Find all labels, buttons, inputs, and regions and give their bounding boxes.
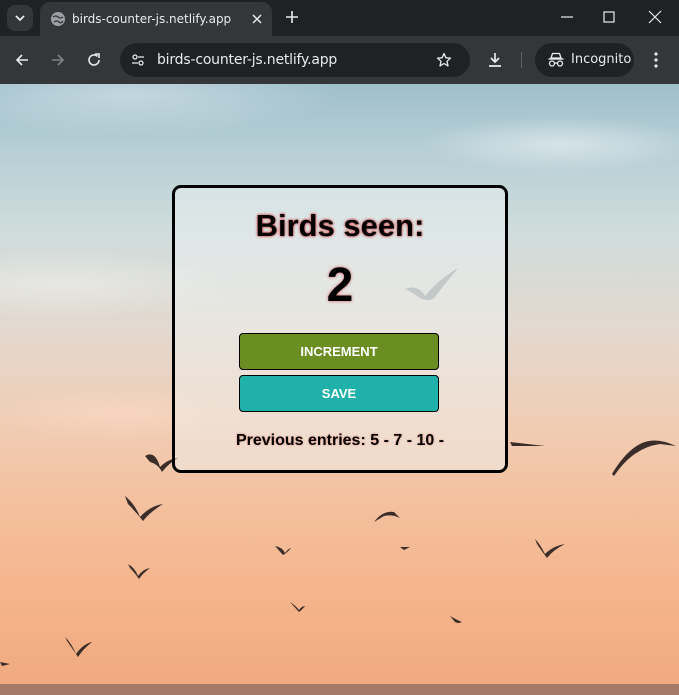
increment-button[interactable]: INCREMENT [239,333,439,370]
globe-icon [51,12,65,26]
browser-toolbar: birds-counter-js.netlify.app Incognito [0,36,679,84]
tab-strip: birds-counter-js.netlify.app [0,0,679,36]
save-button[interactable]: SAVE [239,375,439,412]
close-tab-icon[interactable] [250,12,264,26]
url-text: birds-counter-js.netlify.app [157,52,338,68]
bird-count-value: 2 [326,259,354,312]
maximize-icon[interactable] [601,9,617,25]
birds-counter-card: Birds seen: 2 INCREMENT SAVE Previous en… [172,185,508,473]
reload-icon[interactable] [86,52,102,68]
incognito-label: Incognito [571,52,632,67]
minimize-icon[interactable] [559,9,575,25]
toolbar-separator [521,52,522,68]
site-info-icon[interactable] [130,52,146,68]
new-tab-icon[interactable] [284,9,300,25]
tab-title: birds-counter-js.netlify.app [72,12,232,26]
download-icon[interactable] [486,51,504,69]
bookmark-star-icon[interactable] [436,52,452,68]
more-menu-icon[interactable] [648,51,664,69]
previous-entries-text: Previous entries: 5 - 7 - 10 - [235,432,445,449]
page-viewport: Birds seen: 2 INCREMENT SAVE Previous en… [0,84,679,695]
counter-title: Birds seen: [255,208,425,243]
incognito-profile-button[interactable]: Incognito [535,43,634,77]
tab-search-button[interactable] [7,5,33,31]
close-window-icon[interactable] [647,9,663,25]
active-tab[interactable]: birds-counter-js.netlify.app [40,2,272,36]
address-bar[interactable]: birds-counter-js.netlify.app [120,43,470,77]
incognito-icon [548,52,564,67]
back-arrow-icon[interactable] [14,52,30,68]
forward-arrow-icon[interactable] [50,52,66,68]
chevron-down-icon [15,15,25,22]
